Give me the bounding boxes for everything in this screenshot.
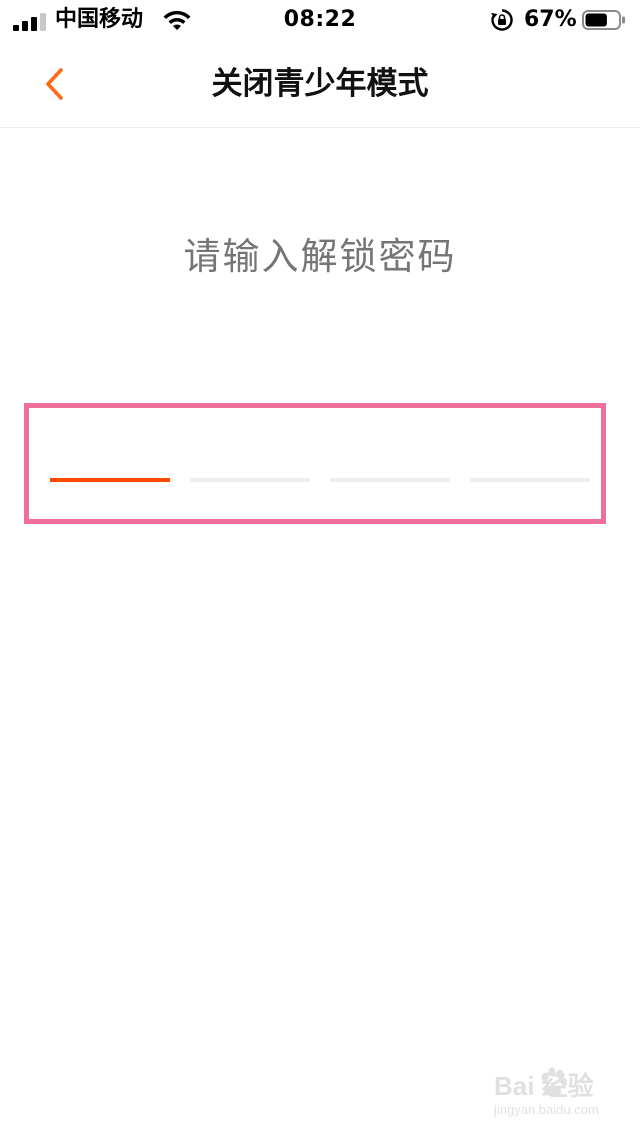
nav-bar: 关闭青少年模式 bbox=[0, 40, 640, 128]
passcode-digit-slot-3 bbox=[330, 478, 450, 482]
baidu-paw-icon bbox=[541, 1067, 567, 1097]
battery-icon bbox=[582, 10, 625, 30]
passcode-digit-slot-2 bbox=[190, 478, 310, 482]
screen: 中国移动 08:22 67% 关闭青少年模式 请输入解锁密码 Bai 经验 ji… bbox=[0, 0, 640, 1136]
battery-percentage: 67% bbox=[524, 7, 577, 32]
watermark-url: jingyan.baidu.com bbox=[494, 1102, 599, 1117]
passcode-input[interactable] bbox=[50, 440, 590, 500]
page-title: 关闭青少年模式 bbox=[211, 66, 429, 102]
rotation-lock-icon bbox=[491, 9, 513, 31]
passcode-prompt: 请输入解锁密码 bbox=[183, 235, 457, 278]
baidu-jingyan-watermark: Bai 经验 jingyan.baidu.com bbox=[490, 1064, 620, 1124]
chevron-left-icon bbox=[46, 68, 63, 100]
back-button[interactable] bbox=[30, 60, 78, 108]
status-bar: 中国移动 08:22 67% bbox=[0, 0, 640, 40]
passcode-digit-slot-4 bbox=[470, 478, 590, 482]
passcode-digit-slot-1 bbox=[50, 478, 170, 482]
